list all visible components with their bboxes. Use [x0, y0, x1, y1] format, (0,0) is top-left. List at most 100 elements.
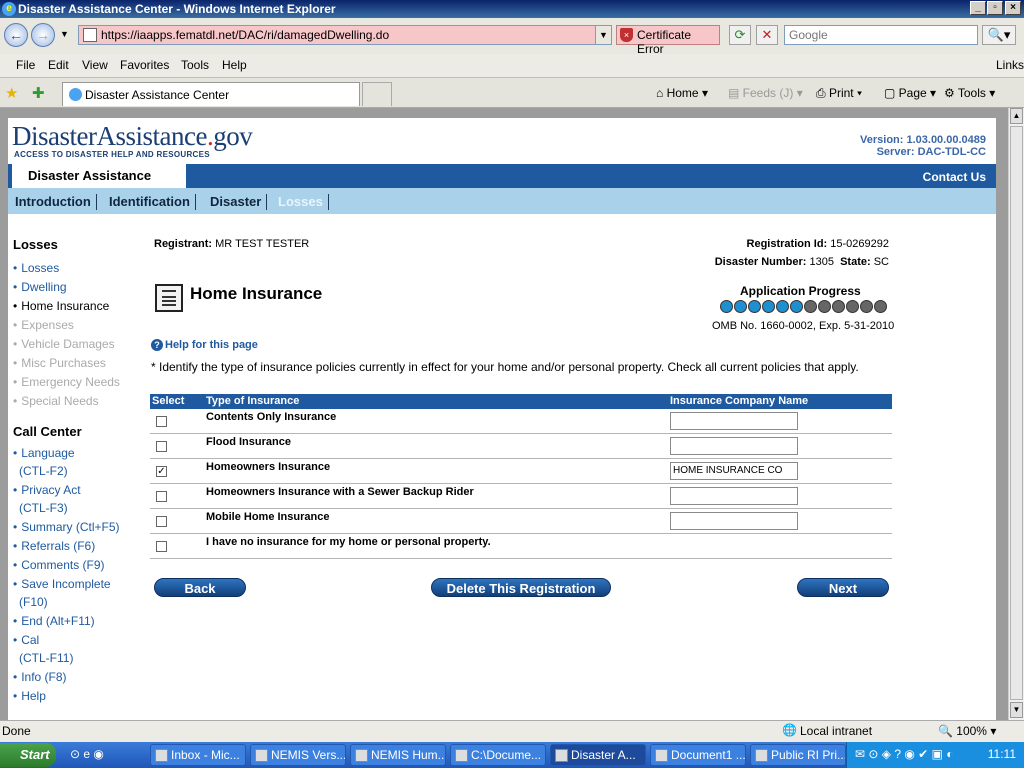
close-button[interactable]: × — [1005, 1, 1021, 15]
select-checkbox[interactable] — [156, 516, 167, 527]
forward-nav-button[interactable]: → — [31, 23, 55, 47]
tools-menu-button[interactable]: ⚙ Tools ▾ — [944, 86, 995, 100]
company-name-input[interactable] — [670, 512, 798, 530]
task-label: Public RI Pri... — [771, 748, 846, 762]
browser-tab[interactable]: Disaster Assistance Center — [62, 82, 360, 106]
address-bar[interactable]: https://iaapps.fematdl.net/DAC/ri/damage… — [78, 25, 612, 45]
task-document1[interactable]: Document1 ... — [650, 744, 746, 766]
url-text: https://iaapps.fematdl.net/DAC/ri/damage… — [101, 28, 390, 42]
delete-registration-button[interactable]: Delete This Registration — [431, 578, 611, 597]
task-nemis-hum[interactable]: NEMIS Hum... — [350, 744, 446, 766]
menu-edit[interactable]: Edit — [48, 58, 69, 72]
table-row: Contents Only Insurance — [150, 409, 892, 434]
registrant-value: MR TEST TESTER — [215, 238, 310, 250]
select-checkbox[interactable] — [156, 491, 167, 502]
progress-dot — [776, 300, 789, 313]
progress-dot — [818, 300, 831, 313]
insurance-type-label: Homeowners Insurance — [206, 461, 331, 473]
menu-favorites[interactable]: Favorites — [120, 58, 169, 72]
company-name-input[interactable] — [670, 487, 798, 505]
sidebar-item-expenses: • Expenses — [13, 318, 74, 332]
home-button[interactable]: ⌂ Home ▾ — [656, 86, 708, 100]
outlook-icon — [155, 749, 168, 762]
insurance-type-label: Mobile Home Insurance — [206, 511, 330, 523]
tab-introduction[interactable]: Introduction — [15, 194, 97, 210]
contact-us-link[interactable]: Contact Us — [923, 170, 986, 184]
scroll-up-icon[interactable]: ▲ — [1010, 108, 1023, 124]
address-row: ← → ▼ https://iaapps.fematdl.net/DAC/ri/… — [0, 18, 1024, 56]
version-info: Version: 1.03.00.00.0489 Server: DAC-TDL… — [860, 134, 986, 158]
start-button[interactable]: Start — [0, 743, 56, 767]
logo-main-text: DisasterAssistance — [12, 121, 207, 151]
company-name-input[interactable] — [670, 412, 798, 430]
select-checkbox[interactable]: ✓ — [156, 466, 167, 477]
links-button[interactable]: Links — [996, 58, 1024, 72]
select-checkbox[interactable] — [156, 416, 167, 427]
sidebar-item-comments[interactable]: • Comments (F9) — [13, 556, 105, 574]
stop-icon[interactable]: ✕ — [756, 25, 778, 45]
minimize-button[interactable]: _ — [970, 1, 986, 15]
print-button[interactable]: ⎙ Print ▾ — [816, 86, 862, 101]
maximize-button[interactable]: ▫ — [987, 1, 1003, 15]
header-select: Select — [152, 395, 185, 407]
sidebar-item-summary[interactable]: • Summary (Ctl+F5) — [13, 518, 120, 536]
add-favorite-icon[interactable]: ✚ — [32, 84, 45, 102]
disaster-value: 1305 — [809, 256, 834, 268]
scroll-down-icon[interactable]: ▼ — [1010, 702, 1023, 718]
disaster-info: Disaster Number: 1305 State: SC — [715, 256, 889, 268]
sidebar-item-privacy-act[interactable]: • Privacy Act (CTL-F3) — [13, 481, 81, 517]
feeds-button[interactable]: ▤ Feeds (J) ▾ — [728, 86, 803, 100]
logo-tagline: ACCESS TO DISASTER HELP AND RESOURCES — [14, 150, 210, 159]
back-button[interactable]: Back — [154, 578, 246, 597]
tab-identification[interactable]: Identification — [109, 194, 196, 210]
insurance-type-label: Homeowners Insurance with a Sewer Backup… — [206, 486, 474, 498]
tab-losses[interactable]: Losses — [278, 194, 329, 210]
search-input[interactable]: Google — [784, 25, 978, 45]
zoom-value: 100% — [956, 724, 987, 738]
task-inbox[interactable]: Inbox - Mic... — [150, 744, 246, 766]
back-nav-button[interactable]: ← — [4, 23, 28, 47]
quicklaunch-icons[interactable]: ⊙ e ◉ — [70, 747, 104, 761]
task-disaster[interactable]: Disaster A... — [550, 744, 646, 766]
scroll-thumb[interactable] — [1010, 126, 1023, 700]
refresh-icon[interactable]: ⟳ — [729, 25, 751, 45]
tray-icons[interactable]: ✉ ⊙ ◈ ? ◉ ✔ ▣ ◐ — [855, 747, 953, 761]
sidebar-item-end[interactable]: • End (Alt+F11) — [13, 612, 95, 630]
page-title: Home Insurance — [190, 284, 323, 303]
vertical-scrollbar[interactable]: ▲ ▼ — [1008, 108, 1024, 720]
sidebar-item-language[interactable]: • Language (CTL-F2) — [13, 444, 75, 480]
page-menu-button[interactable]: ▢ Page ▾ — [884, 86, 936, 100]
company-name-input[interactable]: HOME INSURANCE CO — [670, 462, 798, 480]
task-label: Document1 ... — [671, 748, 746, 762]
select-checkbox[interactable] — [156, 541, 167, 552]
menu-tools[interactable]: Tools — [181, 58, 209, 72]
task-nemis-vers[interactable]: NEMIS Vers... — [250, 744, 346, 766]
certificate-error-button[interactable]: × Certificate Error — [616, 25, 720, 56]
sidebar-item-label: Expenses — [21, 318, 74, 332]
select-checkbox[interactable] — [156, 441, 167, 452]
address-dropdown-icon[interactable]: ▼ — [595, 26, 611, 44]
history-dropdown-icon[interactable]: ▼ — [60, 29, 69, 39]
sidebar-item-help[interactable]: • Help — [13, 687, 46, 705]
sidebar-item-save-incomplete[interactable]: • Save Incomplete (F10) — [13, 575, 111, 611]
tab-disaster[interactable]: Disaster — [210, 194, 268, 210]
menu-file[interactable]: File — [16, 58, 35, 72]
sidebar-item-losses[interactable]: • Losses — [13, 259, 59, 277]
site-logo[interactable]: DisasterAssistance.gov ACCESS TO DISASTE… — [12, 121, 253, 164]
sidebar-item-referrals[interactable]: • Referrals (F6) — [13, 537, 95, 555]
zoom-control[interactable]: 🔍 100% ▾ — [938, 724, 996, 738]
company-name-input[interactable] — [670, 437, 798, 455]
new-tab-button[interactable] — [362, 82, 392, 106]
help-link[interactable]: ? Help for this page — [151, 339, 258, 351]
task-documents[interactable]: C:\Docume... — [450, 744, 546, 766]
favorites-star-icon[interactable]: ★ — [5, 84, 18, 102]
instructions: * Identify the type of insurance policie… — [151, 360, 859, 374]
search-go-icon[interactable]: 🔍▾ — [982, 25, 1016, 45]
sidebar-item-cal[interactable]: • Cal (CTL-F11) — [13, 631, 73, 667]
menu-view[interactable]: View — [82, 58, 108, 72]
menu-help[interactable]: Help — [222, 58, 247, 72]
sidebar-item-info[interactable]: • Info (F8) — [13, 668, 67, 686]
task-public-ri[interactable]: Public RI Pri... — [750, 744, 846, 766]
next-button[interactable]: Next — [797, 578, 889, 597]
sidebar-item-dwelling[interactable]: • Dwelling — [13, 278, 67, 296]
